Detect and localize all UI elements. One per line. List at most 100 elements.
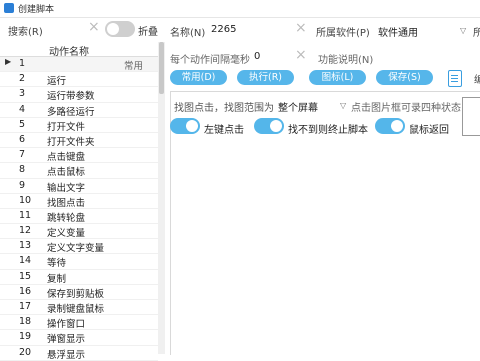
stop-script-toggle[interactable] [254,118,284,134]
row-number: 10 [19,194,32,206]
extra-label: 所 [473,28,480,39]
table-row[interactable]: 2 运行 [0,72,158,88]
table-row[interactable]: 14 等待 [0,254,158,270]
table-row[interactable]: 7 点击键盘 [0,148,158,164]
table-row[interactable]: 3 运行带参数 [0,87,158,103]
software-label: 所属软件(P) [316,28,370,39]
row-action-name: 打开文件 [47,121,86,133]
row-number: 19 [19,331,32,343]
table-row[interactable]: 13 定义文字变量 [0,239,158,255]
row-number: 1 [19,58,26,69]
mouse-return-toggle[interactable] [375,118,405,134]
table-row[interactable]: 8 点击鼠标 [0,163,158,179]
vertical-scrollbar[interactable] [158,42,165,354]
row-number: 17 [19,301,32,312]
record-hint-text: 点击图片框可录四种状态 [351,103,461,114]
table-row[interactable]: 18 操作窗口 [0,315,158,331]
name-input[interactable]: 2265 [211,24,236,35]
row-action-name: 运行带参数 [47,91,95,103]
icon-button[interactable]: 图标(L) [309,70,366,85]
row-number: 8 [19,164,26,176]
table-row[interactable]: 16 保存到剪贴板 [0,285,158,300]
title-bar: 创建脚本 [0,0,480,18]
row-action-name: 定义变量 [47,228,86,240]
row-action-name: 等待 [47,258,67,270]
row-action-name: 录制键盘鼠标 [47,304,105,315]
interval-clear-icon[interactable]: × [295,47,307,63]
mouse-return-label: 鼠标返回 [409,125,449,136]
scrollbar-thumb[interactable] [159,42,164,94]
table-row[interactable]: 10 找图点击 [0,194,158,209]
software-dropdown-icon[interactable]: ▽ [460,26,466,35]
table-row[interactable]: 4 多路径运行 [0,103,158,118]
row-action-name: 找图点击 [47,197,86,209]
row-number: 20 [19,346,32,358]
row-action-name: 复制 [47,273,67,285]
table-row[interactable]: 19 弹窗显示 [0,330,158,346]
save-button[interactable]: 保存(S) [376,70,433,85]
table-row[interactable]: 20 悬浮显示 [0,346,158,361]
table-row[interactable]: 6 打开文件夹 [0,133,158,149]
interval-label: 每个动作间隔毫秒 [170,55,250,66]
stop-script-label: 找不到则终止脚本 [288,125,368,136]
row-number: 13 [19,240,32,252]
table-row[interactable]: 12 定义变量 [0,224,158,240]
row-number: 7 [19,149,26,161]
document-icon[interactable] [448,70,462,87]
action-list-pane: 搜索(R) × 折叠 动作名称 ▶ 1 常用 2 运行 3 运行带参数 4 多路径运行 5 打开文件… [0,17,165,361]
table-row[interactable]: 17 录制键盘鼠标 [0,300,158,316]
table-row[interactable]: ▶ 1 常用 [0,57,158,73]
row-number: 9 [19,179,26,191]
row-action-name: 点击键盘 [47,152,86,164]
row-action-name: 点击鼠标 [47,167,86,179]
row-number: 14 [19,255,32,267]
image-preview-box[interactable] [462,97,480,136]
search-label: 搜索(R) [8,27,43,38]
name-label: 名称(N) [170,28,206,39]
row-number: 5 [19,118,26,130]
range-select[interactable]: 整个屏幕 [278,99,318,114]
row-action-name: 打开文件夹 [47,136,95,148]
row-number: 16 [19,285,32,297]
table-row[interactable]: 9 输出文字 [0,179,158,194]
execute-button[interactable]: 执行(R) [237,70,294,85]
row-selected-indicator-icon: ▶ [5,57,12,66]
window-title: 创建脚本 [18,5,55,15]
fold-toggle[interactable] [105,21,135,37]
row-action-name: 跳转轮盘 [47,212,86,224]
row-number: 4 [19,103,26,115]
app-icon [4,3,14,13]
row-action-name: 保存到剪贴板 [47,288,105,300]
row-category: 常用 [124,61,144,72]
software-select[interactable]: 软件通用 [378,24,418,39]
row-number: 18 [19,316,32,328]
row-action-name: 操作窗口 [47,319,86,331]
table-row[interactable]: 11 跳转轮盘 [0,209,158,225]
actions-table: 动作名称 ▶ 1 常用 2 运行 3 运行带参数 4 多路径运行 5 打开文件 6 打开文件夹 7 点击键盘… [0,42,158,361]
column-header-action-name: 动作名称 [49,47,89,58]
row-action-name: 定义文字变量 [47,243,105,255]
left-click-label: 左键点击 [204,125,244,136]
toggle-knob [391,120,403,132]
row-action-name: 输出文字 [47,182,86,194]
name-clear-icon[interactable]: × [295,20,307,36]
trailing-label: 编 [474,75,480,86]
row-action-name: 多路径运行 [47,106,95,118]
row-number: 3 [19,88,26,100]
row-number: 12 [19,225,32,237]
row-action-name: 运行 [47,76,67,88]
row-number: 15 [19,270,32,282]
table-header: 动作名称 [0,42,158,58]
toggle-knob [270,120,282,132]
interval-input[interactable]: 0 [254,51,260,62]
table-row[interactable]: 5 打开文件 [0,118,158,133]
toggle-knob [107,23,119,35]
row-number: 6 [19,133,26,145]
search-clear-icon[interactable]: × [88,19,100,35]
common-button[interactable]: 常用(D) [170,70,227,85]
left-click-toggle[interactable] [170,118,200,134]
table-row[interactable]: 15 复制 [0,270,158,285]
range-dropdown-icon[interactable]: ▽ [340,101,346,110]
row-action-name: 弹窗显示 [47,334,86,346]
find-image-range-label: 找图点击，找图范围为 [174,103,274,114]
